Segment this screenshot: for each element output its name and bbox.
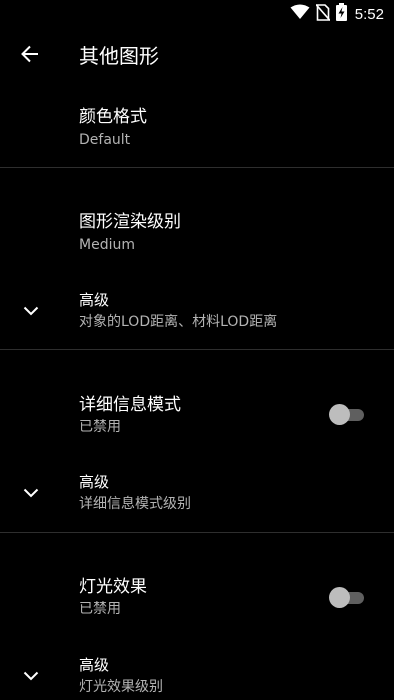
switch-thumb [329,404,350,425]
pref-color-format-summary: Default [79,132,131,148]
back-button[interactable] [12,38,48,74]
chevron-down-icon [20,300,42,322]
pref-advanced-detail-title: 高级 [79,473,110,491]
toolbar: 其他图形 [0,28,394,84]
pref-advanced-lod-title: 高级 [79,291,110,309]
arrow-back-icon [21,45,39,67]
pref-detail-info-mode[interactable]: 详细信息模式 已禁用 [0,382,394,452]
divider [0,167,394,168]
divider [0,532,394,533]
chevron-down-icon [20,482,42,504]
pref-lighting-effects[interactable]: 灯光效果 已禁用 [0,564,394,634]
pref-advanced-lod[interactable]: 高级 对象的LOD距离、材料LOD距离 [0,280,394,348]
pref-detail-info-mode-title: 详细信息模式 [79,395,181,415]
pref-advanced-lod-summary: 对象的LOD距离、材料LOD距离 [79,314,278,330]
switch-thumb [329,587,350,608]
pref-graphics-render-level[interactable]: 图形渲染级别 Medium [0,200,394,270]
pref-advanced-lighting-summary: 灯光效果级别 [79,679,163,695]
wifi-icon [290,4,310,24]
battery-charging-icon [335,3,347,25]
chevron-down-icon [20,665,42,687]
pref-color-format-title: 颜色格式 [79,107,147,127]
pref-graphics-render-level-title: 图形渲染级别 [79,212,181,232]
pref-advanced-detail-summary: 详细信息模式级别 [79,496,191,512]
pref-detail-info-mode-summary: 已禁用 [79,419,121,435]
page-title: 其他图形 [79,44,159,68]
pref-advanced-lighting-title: 高级 [79,656,110,674]
pref-color-format[interactable]: 颜色格式 Default [0,96,394,166]
status-time: 5:52 [354,5,384,23]
lighting-effects-switch[interactable] [328,586,366,608]
pref-advanced-lighting[interactable]: 高级 灯光效果级别 [0,645,394,700]
divider [0,349,394,350]
status-bar: 5:52 [0,0,394,28]
pref-graphics-render-level-summary: Medium [79,237,135,253]
pref-advanced-detail[interactable]: 高级 详细信息模式级别 [0,462,394,530]
no-sim-icon [315,3,331,25]
pref-lighting-effects-summary: 已禁用 [79,601,121,617]
pref-lighting-effects-title: 灯光效果 [79,577,147,597]
detail-info-mode-switch[interactable] [328,403,366,425]
status-icons: 5:52 [290,3,384,25]
